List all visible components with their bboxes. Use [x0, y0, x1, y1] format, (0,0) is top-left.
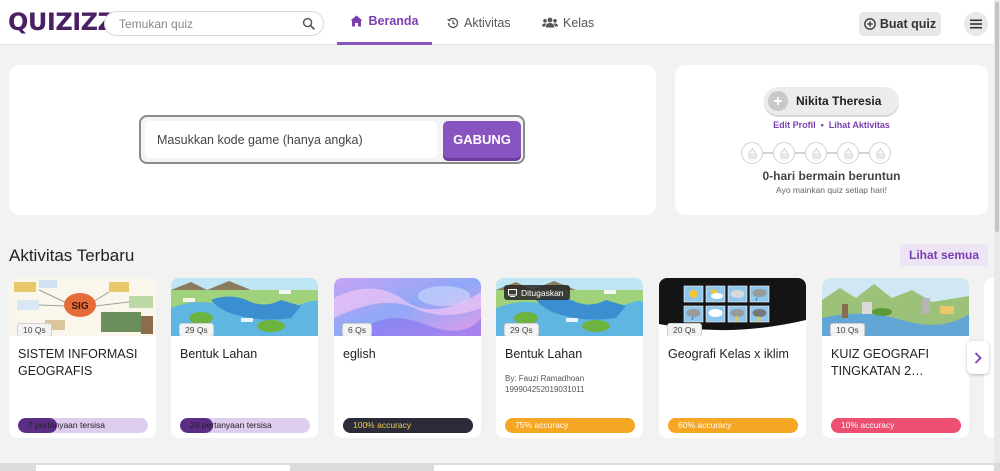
quiz-card[interactable]: SIG 10 Qs SISTEM INFORMASI GEOGRAFIS 7 p…	[9, 278, 156, 438]
question-count-badge: 10 Qs	[830, 323, 865, 336]
menu-button[interactable]	[964, 12, 988, 36]
view-activity-link[interactable]: Lihat Aktivitas	[829, 120, 890, 130]
assignment-icon	[508, 288, 517, 297]
streak-drop-icon	[837, 142, 859, 164]
quiz-title: KUIZ GEOGRAFI TINGKATAN 2…	[831, 347, 929, 378]
bottom-segment	[36, 465, 290, 471]
quiz-progress-bar: 29 pertanyaan tersisa	[180, 418, 310, 433]
bottom-strip	[0, 463, 1000, 471]
streak-drop-icon	[773, 142, 795, 164]
quiz-title: Bentuk Lahan	[505, 347, 583, 361]
progress-label: 75% accuracy	[515, 420, 569, 430]
author-name: By: Fauzi Ramadhoan	[505, 374, 585, 383]
question-count-badge: 10 Qs	[17, 323, 52, 336]
profile-card: Nikita Theresia Edit Profil • Lihat Aktivi…	[675, 65, 988, 215]
home-icon	[350, 15, 363, 27]
streak-connector	[827, 152, 837, 154]
search-box[interactable]	[104, 11, 324, 36]
users-icon	[542, 17, 558, 28]
streak-title: 0-hari bermain beruntun	[762, 169, 901, 183]
progress-label: 29 pertanyaan tersisa	[190, 420, 272, 430]
progress-label: 7 pertanyaan tersisa	[28, 420, 106, 430]
quiz-title: Geografi Kelas x iklim	[668, 347, 789, 361]
tab-beranda-label: Beranda	[368, 14, 419, 28]
link-separator: •	[820, 120, 824, 130]
quiz-progress-bar: 60% accuracy	[668, 418, 798, 433]
quiz-title: SISTEM INFORMASI GEOGRAFIS	[18, 347, 138, 378]
quiz-title: Bentuk Lahan	[180, 347, 258, 361]
top-header: QUIZIZZ Beranda Aktivitas Kelas	[0, 0, 1000, 45]
see-all-button[interactable]: Lihat semua	[900, 244, 988, 266]
hamburger-icon	[970, 19, 982, 29]
quiz-title: eglish	[343, 347, 376, 361]
edit-profile-link[interactable]: Edit Profil	[773, 120, 816, 130]
quiz-thumbnail: 10 Qs	[822, 278, 969, 336]
quiz-card[interactable]: 10 Qs KUIZ GEOGRAFI TINGKATAN 2… 10% acc…	[822, 278, 969, 438]
streak-drop-icon	[741, 142, 763, 164]
game-code-input[interactable]	[145, 121, 437, 158]
assigned-badge: Ditugaskan	[504, 285, 570, 300]
bottom-segment	[434, 465, 994, 471]
search-icon[interactable]	[302, 17, 315, 30]
quizizz-logo[interactable]: QUIZIZZ	[8, 9, 115, 35]
quiz-card[interactable]: 29 Qs Bentuk Lahan 29 pertanyaan tersisa	[171, 278, 318, 438]
quiz-progress-bar: 100% accuracy	[343, 418, 473, 433]
progress-label: 100% accuracy	[353, 420, 412, 430]
join-game-form: GABUNG	[139, 115, 525, 164]
tab-aktivitas[interactable]: Aktivitas	[447, 0, 511, 45]
question-count-badge: 29 Qs	[179, 323, 214, 336]
plus-circle-icon	[864, 18, 876, 30]
profile-links: Edit Profil • Lihat Aktivitas	[675, 120, 988, 130]
streak-drop-icon	[869, 142, 891, 164]
tab-beranda[interactable]: Beranda	[337, 0, 432, 45]
join-game-card: GABUNG	[9, 65, 656, 215]
quiz-progress-bar: 75% accuracy	[505, 418, 635, 433]
page-scrollbar[interactable]	[994, 0, 1000, 471]
streak-drop-icon	[805, 142, 827, 164]
quiz-thumbnail: 20 Qs	[659, 278, 806, 336]
chevron-right-icon	[974, 351, 982, 364]
avatar[interactable]	[768, 91, 788, 111]
tab-kelas-label: Kelas	[563, 15, 595, 30]
carousel-next-button[interactable]	[967, 341, 989, 374]
create-quiz-label: Buat quiz	[879, 17, 937, 31]
quiz-thumbnail: 6 Qs	[334, 278, 481, 336]
recent-activity-title: Aktivitas Terbaru	[9, 246, 135, 265]
question-count-badge: 20 Qs	[667, 323, 702, 336]
join-button[interactable]: GABUNG	[443, 121, 521, 158]
create-quiz-button[interactable]: Buat quiz	[859, 12, 941, 36]
search-input[interactable]	[119, 12, 299, 35]
question-count-badge: 29 Qs	[504, 323, 539, 336]
quiz-thumbnail: 29 Qs	[171, 278, 318, 336]
quiz-thumbnail: SIG 10 Qs	[9, 278, 156, 336]
streak-connector	[795, 152, 805, 154]
quiz-card[interactable]: 6 Qs eglish 100% accuracy	[334, 278, 481, 438]
history-icon	[447, 17, 459, 28]
assigned-label: Ditugaskan	[521, 287, 564, 298]
question-count-badge: 6 Qs	[342, 323, 372, 336]
streak-connector	[763, 152, 773, 154]
streak-subtitle: Ayo mainkan quiz setiap hari!	[776, 185, 887, 195]
tab-kelas[interactable]: Kelas	[542, 0, 594, 45]
quiz-progress-bar: 10% accuracy	[831, 418, 961, 433]
plus-icon	[774, 97, 782, 105]
profile-pill[interactable]: Nikita Theresia	[764, 87, 899, 115]
tab-aktivitas-label: Aktivitas	[464, 15, 511, 30]
quiz-progress-bar: 7 pertanyaan tersisa	[18, 418, 148, 433]
quiz-card[interactable]: Ditugaskan 29 Qs Bentuk Lahan By: Fauzi …	[496, 278, 643, 438]
quiz-card[interactable]: 20 Qs Geografi Kelas x iklim 60% accurac…	[659, 278, 806, 438]
progress-label: 60% accuracy	[678, 420, 732, 430]
streak-connector	[859, 152, 869, 154]
scrollbar-thumb[interactable]	[995, 2, 999, 232]
quiz-author: By: Fauzi Ramadhoan 199904252019031011	[505, 373, 637, 395]
svg-text:SIG: SIG	[71, 301, 88, 312]
streak-tracker	[741, 141, 921, 165]
profile-name: Nikita Theresia	[796, 94, 882, 108]
quiz-thumbnail: Ditugaskan 29 Qs	[496, 278, 643, 336]
progress-label: 10% accuracy	[841, 420, 895, 430]
author-id: 199904252019031011	[505, 385, 585, 394]
